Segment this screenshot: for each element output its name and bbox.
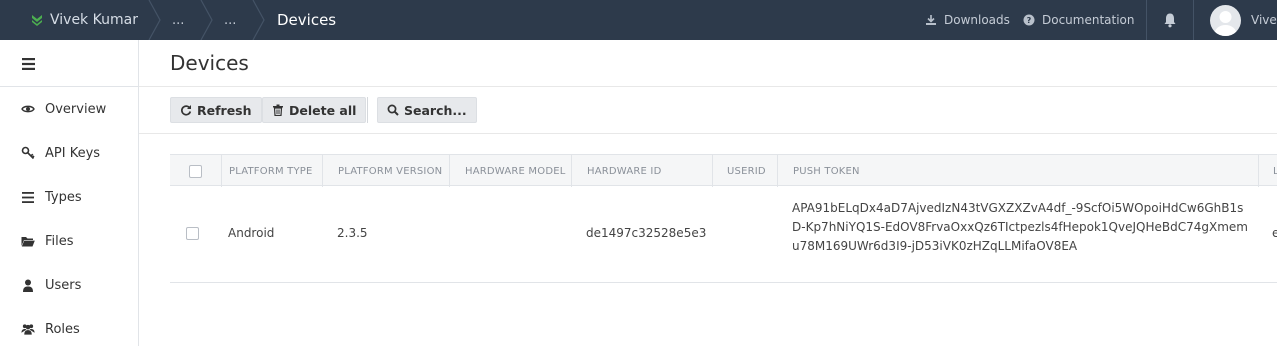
key-icon [21,146,35,160]
column-header-last[interactable]: L [1259,155,1277,187]
search-label: Search... [404,102,467,118]
sidebar-item-label: Roles [45,321,80,337]
cell-last: e [1272,226,1277,240]
avatar-icon [1214,11,1237,36]
breadcrumb-item-1[interactable]: ... [172,0,184,40]
sidebar-item-api-keys[interactable]: API Keys [0,131,138,175]
cell-push-token: APA91bELqDx4aD7AjvedIzN43tVGXZXZvA4df_-9… [792,201,1248,253]
breadcrumb-separator [200,0,213,40]
documentation-link[interactable]: ? Documentation [1023,0,1135,40]
top-navigation-bar: Vivek Kumar ... ... Devices Downloads ? … [0,0,1277,40]
breadcrumb-separator [148,0,161,40]
cell-platform-version: 2.3.5 [337,226,368,240]
sidebar-item-label: Overview [45,101,107,117]
select-all-cell [170,155,222,187]
delete-all-button[interactable]: Delete all [262,97,367,123]
user-name[interactable]: Vivek [1251,0,1277,40]
sidebar-item-roles[interactable]: Roles [0,307,138,351]
sidebar-item-label: Files [45,233,74,249]
refresh-button[interactable]: Refresh [170,97,262,123]
sidebar-item-users[interactable]: Users [0,263,138,307]
app-name: Vivek Kumar [50,12,138,28]
breadcrumb-current: Devices [277,0,336,40]
app-logo-icon [32,15,42,26]
sidebar-item-files[interactable]: Files [0,219,138,263]
question-circle-icon: ? [1023,14,1035,26]
sidebar-item-label: Types [45,189,82,205]
table-header: PLATFORM TYPE PLATFORM VERSION HARDWARE … [170,154,1277,187]
toolbar-divider [367,97,368,123]
user-avatar[interactable] [1210,5,1241,36]
search-button[interactable]: Search... [377,97,477,123]
sidebar-toggle-row [0,40,138,87]
sidebar-item-overview[interactable]: Overview [0,87,138,131]
svg-text:?: ? [1027,16,1032,25]
sidebar-item-label: Users [45,277,82,293]
refresh-label: Refresh [197,102,252,118]
eye-icon [21,102,35,116]
column-header-hardware-id[interactable]: HARDWARE ID [572,155,713,187]
devices-table: PLATFORM TYPE PLATFORM VERSION HARDWARE … [170,154,1277,283]
column-header-platform-type[interactable]: PLATFORM TYPE [222,155,323,187]
documentation-label: Documentation [1042,13,1135,27]
app-brand[interactable]: Vivek Kumar [0,0,138,40]
users-icon [21,322,35,336]
column-header-platform-version[interactable]: PLATFORM VERSION [323,155,450,187]
downloads-link[interactable]: Downloads [925,0,1010,40]
bell-icon[interactable] [1162,12,1178,28]
column-header-userid[interactable]: USERID [713,155,778,187]
column-header-hardware-model[interactable]: HARDWARE MODEL [450,155,572,187]
trash-icon [273,104,283,116]
sidebar-item-label: API Keys [45,145,101,161]
table-row[interactable]: Android 2.3.5 de1497c32528e5e3 APA91bELq… [170,186,1277,283]
divider [1146,0,1147,40]
hamburger-menu-icon[interactable] [22,58,35,70]
divider [1193,0,1194,40]
list-icon [21,190,35,204]
page-title: Devices [170,51,249,75]
cell-platform-type: Android [228,226,275,240]
breadcrumb-item-2[interactable]: ... [224,0,236,40]
cell-hardware-id: de1497c32528e5e3 [586,226,707,240]
refresh-icon [181,105,192,116]
select-all-checkbox[interactable] [189,164,202,178]
page-header [139,40,1277,87]
breadcrumb-label: ... [172,12,185,28]
folder-icon [21,234,35,248]
user-icon [21,278,35,292]
downloads-label: Downloads [944,13,1010,27]
sidebar-item-types[interactable]: Types [0,175,138,219]
delete-all-label: Delete all [289,102,357,118]
breadcrumb-separator [252,0,265,40]
column-header-push-token[interactable]: PUSH TOKEN [778,155,1259,187]
search-icon [387,104,399,116]
row-checkbox[interactable] [186,227,199,240]
breadcrumb-label: ... [224,12,237,28]
download-icon [926,15,936,25]
breadcrumb-label: Devices [277,11,337,29]
